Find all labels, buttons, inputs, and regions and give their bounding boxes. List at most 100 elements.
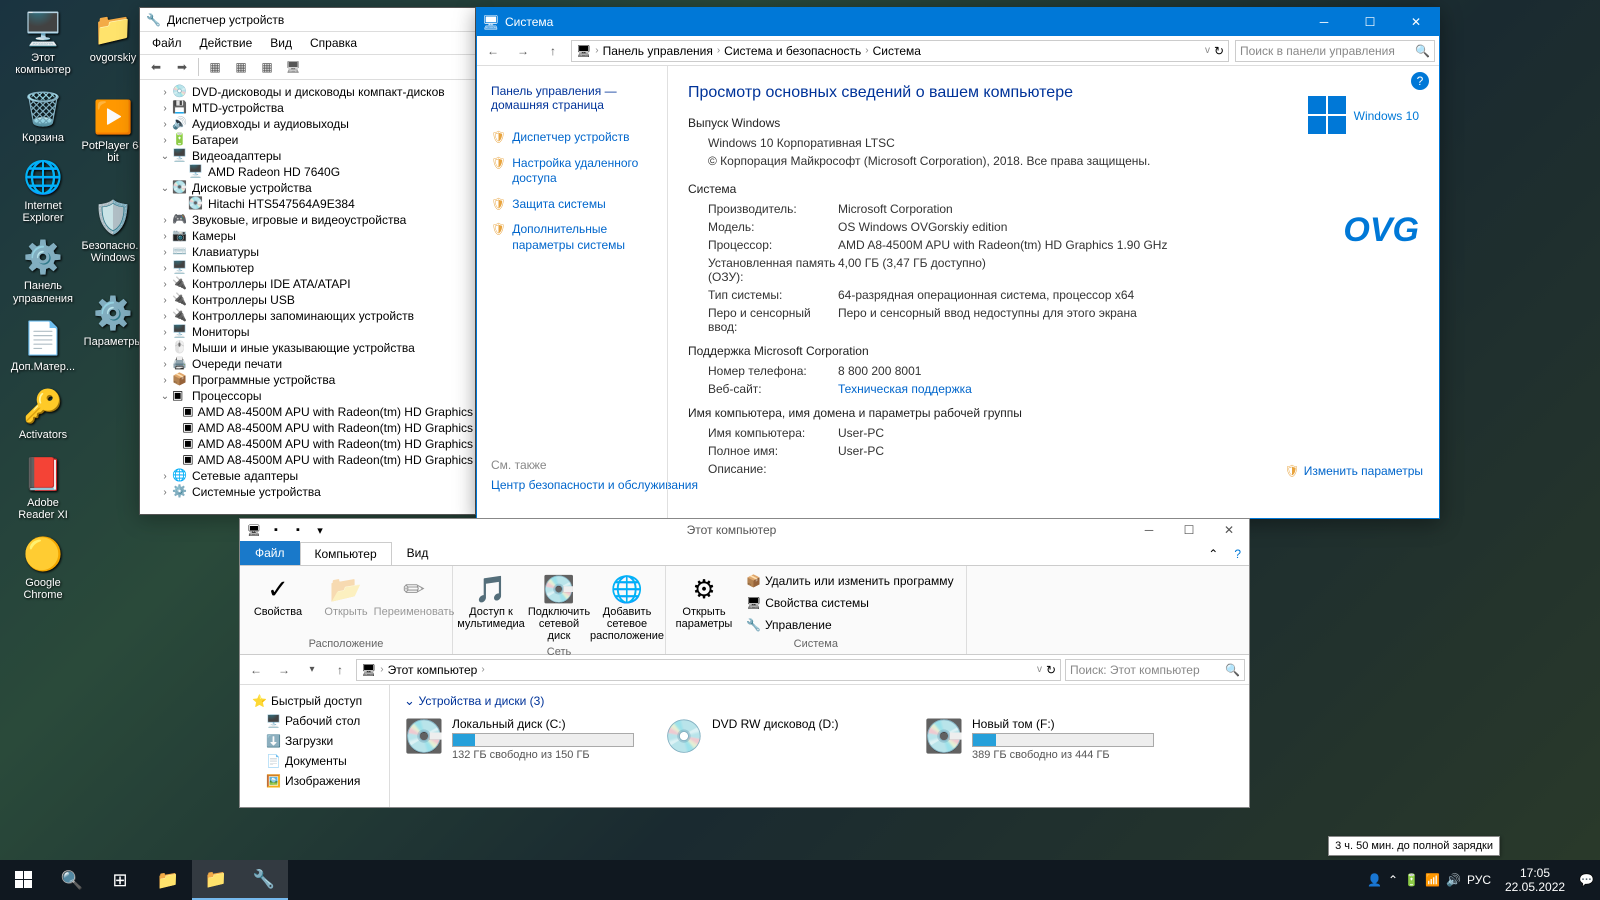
tree-node[interactable]: ⌄💽Дисковые устройства [142, 180, 473, 196]
tree-node[interactable]: ›🔋Батареи [142, 132, 473, 148]
tree-node[interactable]: ›🖨️Очереди печати [142, 356, 473, 372]
clock[interactable]: 17:05 22.05.2022 [1497, 866, 1573, 895]
tree-node[interactable]: ›📷Камеры [142, 228, 473, 244]
explorer-taskbar-icon[interactable]: 📁 [144, 860, 192, 900]
menu-item[interactable]: Действие [192, 34, 261, 52]
tray-chevron-icon[interactable]: ⌃ [1388, 873, 1398, 887]
system-titlebar[interactable]: 🖥 Система ─ ☐ ✕ [477, 8, 1439, 36]
cp-home-link[interactable]: Панель управления — домашняя страница [491, 84, 653, 112]
tab-file[interactable]: Файл [240, 541, 300, 565]
history-button[interactable]: ▾ [300, 664, 324, 675]
forward-button[interactable]: → [511, 39, 535, 63]
wifi-icon[interactable]: 📶 [1425, 873, 1440, 887]
tree-node[interactable]: ›🔊Аудиовходы и аудиовыходы [142, 116, 473, 132]
menu-item[interactable]: Справка [302, 34, 365, 52]
desktop-icon[interactable]: 🗑️Корзина [8, 88, 78, 144]
breadcrumb[interactable]: 🖥› Этот компьютер› v↻ [356, 659, 1061, 681]
nav-item[interactable]: 🖥️Рабочий стол [244, 711, 385, 731]
taskview-button[interactable]: ⊞ [96, 860, 144, 900]
uninstall-button[interactable]: 📦Удалить или изменить программу [742, 570, 958, 592]
close-button[interactable]: ✕ [1393, 8, 1439, 36]
tree-node[interactable]: ›🔌Контроллеры запоминающих устройств [142, 308, 473, 324]
toolbar-icon[interactable]: ▦ [205, 57, 225, 77]
maximize-button[interactable]: ☐ [1169, 519, 1209, 541]
refresh-icon[interactable]: ↻ [1214, 44, 1224, 58]
desktop-icon[interactable]: ⚙️Параметры [78, 292, 148, 348]
group-header[interactable]: ⌄ Устройства и диски (3) [404, 693, 1235, 709]
tree-node[interactable]: ▣AMD A8-4500M APU with Radeon(tm) HD Gra… [142, 420, 473, 436]
forward-icon[interactable]: ➡ [172, 57, 192, 77]
desktop-icon[interactable]: 🖥️Этот компьютер [8, 8, 78, 76]
minimize-button[interactable]: ─ [1129, 519, 1169, 541]
tree-node[interactable]: ▣AMD A8-4500M APU with Radeon(tm) HD Gra… [142, 452, 473, 468]
sidepanel-link[interactable]: 🛡Диспетчер устройств [491, 130, 653, 146]
tree-node[interactable]: ›⌨️Клавиатуры [142, 244, 473, 260]
manage-button[interactable]: 🔧Управление [742, 614, 958, 636]
crumb-item[interactable]: Система [873, 44, 921, 58]
back-button[interactable]: ← [244, 663, 268, 677]
desktop-icon[interactable]: 🟡Google Chrome [8, 533, 78, 601]
desktop-icon[interactable]: 📕Adobe Reader XI [8, 453, 78, 521]
nav-item[interactable]: ⬇️Загрузки [244, 731, 385, 751]
open-settings-button[interactable]: ⚙Открыть параметры [674, 570, 734, 632]
back-button[interactable]: ← [481, 39, 505, 63]
properties-button[interactable]: ✓Свойства [248, 570, 308, 620]
devicemgr-running-icon[interactable]: 🔧 [240, 860, 288, 900]
tree-node[interactable]: ›🖥️Мониторы [142, 324, 473, 340]
lang-indicator[interactable]: РУС [1467, 873, 1491, 887]
tab-computer[interactable]: Компьютер [300, 542, 392, 565]
drive-item[interactable]: 💽Новый том (F:)389 ГБ свободно из 444 ГБ [924, 717, 1154, 761]
search-input[interactable]: Поиск: Этот компьютер 🔍 [1065, 659, 1245, 681]
qat-icon[interactable]: ▪ [266, 520, 286, 540]
desktop-icon[interactable]: 🔑Activators [8, 385, 78, 441]
sidepanel-link[interactable]: 🛡Настройка удаленного доступа [491, 156, 653, 187]
desktop-icon[interactable]: 🌐Internet Explorer [8, 156, 78, 224]
sys-props-button[interactable]: 🖥Свойства системы [742, 592, 958, 614]
desktop-icon[interactable]: ▶️PotPlayer 64 bit [78, 96, 148, 164]
devmgr-titlebar[interactable]: 🔧 Диспетчер устройств [140, 8, 475, 32]
up-button[interactable]: ↑ [541, 39, 565, 63]
tree-node[interactable]: ▣AMD A8-4500M APU with Radeon(tm) HD Gra… [142, 436, 473, 452]
qat-icon[interactable]: 🖥 [244, 520, 264, 540]
menu-item[interactable]: Файл [144, 34, 190, 52]
back-icon[interactable]: ⬅ [146, 57, 166, 77]
toolbar-icon[interactable]: ▦ [257, 57, 277, 77]
crumb-item[interactable]: Панель управления [603, 44, 713, 58]
breadcrumb[interactable]: 🖥› Панель управления› Система и безопасн… [571, 40, 1229, 62]
tree-node[interactable]: ⌄🖥️Видеоадаптеры [142, 148, 473, 164]
explorer-titlebar[interactable]: 🖥 ▪ ▪ ▾ Этот компьютер ─ ☐ ✕ [240, 519, 1249, 541]
close-button[interactable]: ✕ [1209, 519, 1249, 541]
nav-item[interactable]: ⭐Быстрый доступ [244, 691, 385, 711]
qat-icon[interactable]: ▪ [288, 520, 308, 540]
tree-node[interactable]: ▣AMD A8-4500M APU with Radeon(tm) HD Gra… [142, 404, 473, 420]
desktop-icon[interactable]: ⚙️Панель управления [8, 236, 78, 304]
tree-node[interactable]: ›🔌Контроллеры IDE ATA/ATAPI [142, 276, 473, 292]
tree-node[interactable]: ›🖱️Мыши и иные указывающие устройства [142, 340, 473, 356]
start-button[interactable] [0, 860, 48, 900]
desktop-icon[interactable]: 📁ovgorskiy [78, 8, 148, 64]
refresh-icon[interactable]: ↻ [1046, 663, 1056, 677]
tree-node[interactable]: ›🔌Контроллеры USB [142, 292, 473, 308]
tree-node[interactable]: ›💾MTD-устройства [142, 100, 473, 116]
tree-node[interactable]: ›⚙️Системные устройства [142, 484, 473, 500]
people-icon[interactable]: 👤 [1367, 873, 1382, 887]
search-button[interactable]: 🔍 [48, 860, 96, 900]
tab-view[interactable]: Вид [392, 541, 444, 565]
map-drive-button[interactable]: 💽Подключить сетевой диск [529, 570, 589, 644]
nav-item[interactable]: 📄Документы [244, 751, 385, 771]
system-tray[interactable]: 👤 ⌃ 🔋 📶 🔊 РУС 17:05 22.05.2022 💬 [1361, 866, 1600, 895]
media-access-button[interactable]: 🎵Доступ к мультимедиа [461, 570, 521, 632]
tree-node[interactable]: ›📦Программные устройства [142, 372, 473, 388]
desktop-icon[interactable]: 📄Доп.Матер... [8, 317, 78, 373]
desktop-icon[interactable]: 🛡️Безопасно... Windows [78, 196, 148, 264]
notifications-icon[interactable]: 💬 [1579, 873, 1594, 887]
toolbar-icon[interactable]: 🖥 [283, 57, 303, 77]
change-settings-link[interactable]: 🛡 Изменить параметры [1284, 464, 1423, 478]
sidepanel-link[interactable]: 🛡Защита системы [491, 197, 653, 213]
drive-item[interactable]: 💽Локальный диск (C:)132 ГБ свободно из 1… [404, 717, 634, 761]
tree-node[interactable]: ›🌐Сетевые адаптеры [142, 468, 473, 484]
search-input[interactable]: Поиск в панели управления 🔍 [1235, 40, 1435, 62]
maximize-button[interactable]: ☐ [1347, 8, 1393, 36]
sidepanel-link[interactable]: 🛡Дополнительные параметры системы [491, 222, 653, 253]
tree-node[interactable]: ›💿DVD-дисководы и дисководы компакт-диск… [142, 84, 473, 100]
